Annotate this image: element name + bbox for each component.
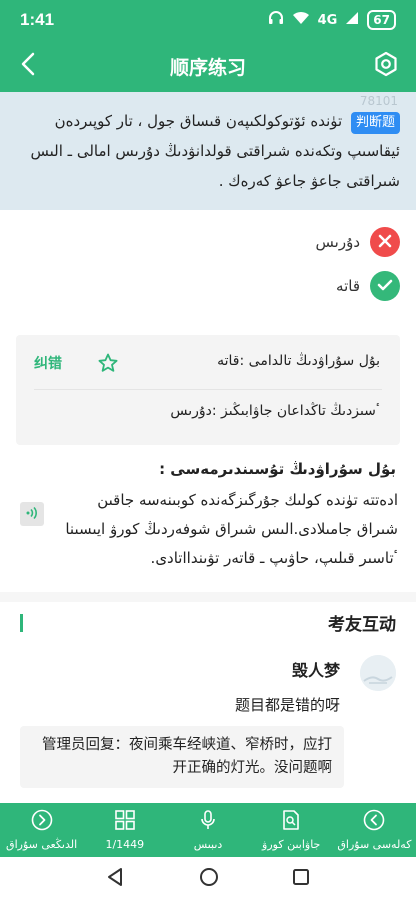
status-bar: 1:41 4G 67 [0,0,416,40]
option-wrong[interactable]: دۇرىس [100,224,400,260]
question-text: تۈندە ئۆتوكولكىپەن قىساق جول ، تار كوپىر… [30,112,401,190]
option-correct-indicator [370,271,400,301]
tab-label: كەلەسى سۇراق [337,838,412,851]
tab-show-answer[interactable]: جاۋابىن كورۋ [250,803,333,857]
wifi-icon [292,11,310,29]
answer-box: 纠错 بۇل سۇراۋدىڭ تالدامى :قاتە ٴسىزدىڭ تا… [16,335,400,445]
report-error-button[interactable]: 纠错 [34,353,62,373]
option-correct[interactable]: قاتە [100,268,400,304]
app-bar: 顺序练习 [0,40,416,92]
tab-next-question[interactable]: الدىڭعى سۇراق [0,803,83,857]
chevron-left-circle-icon [363,809,385,835]
tab-previous-question[interactable]: كەلەسى سۇراق [333,803,416,857]
section-divider [0,592,416,602]
star-icon [98,353,118,377]
back-triangle-icon[interactable] [106,867,126,891]
headphones-icon [268,10,284,30]
tab-label: جاۋابىن كورۋ [262,838,321,851]
tab-label: دىبىس [193,838,223,851]
gear-icon [373,51,399,81]
document-search-icon [280,809,302,835]
section-accent-bar [20,614,23,632]
tab-label: الدىڭعى سۇراق [6,838,78,851]
avatar[interactable] [360,655,396,691]
option-wrong-indicator [370,227,400,257]
correct-answer: ٴسىزدىڭ تاڭداعان جاۋابىڭىز :دۇرىس [170,403,380,419]
page-title: 顺序练习 [169,57,246,79]
favorite-button[interactable] [98,353,118,377]
tab-question-list[interactable]: 1/1449 [83,803,166,857]
explanation-title: بۇل سۇراۋدىڭ تۇسىندىرمەسى : [159,460,396,478]
audio-play-button[interactable] [20,502,44,526]
your-answer: بۇل سۇراۋدىڭ تالدامى :قاتە [217,353,380,369]
tab-voice[interactable]: دىبىس [166,803,249,857]
grid-icon [114,809,136,835]
sound-wave-icon [25,505,39,524]
status-icons: 4G 67 [268,10,396,30]
signal-icon [345,11,359,29]
tab-label: 1/1449 [105,838,145,851]
question-text-block: 判断题 تۈندە ئۆتوكولكىپەن قىساق جول ، تار ك… [18,106,400,196]
explanation-text: ادەتتە تۈندە كولىك جۇرگىزگەندە كوبىنەسە … [65,491,398,567]
bottom-tab-bar: الدىڭعى سۇراق 1/1449 دىبىس جاۋابىن كورۋ … [0,803,416,857]
check-icon [377,277,393,296]
admin-reply: 管理员回复：夜间乘车经峡道、窄桥时，应打开正确的灯光。没问题啊 [20,726,344,788]
option-label: دۇرىس [315,233,360,251]
chevron-right-circle-icon [31,809,53,835]
question-type-badge: 判断题 [350,112,400,134]
answer-divider [34,389,382,390]
microphone-icon [197,809,219,835]
home-circle-icon[interactable] [199,867,219,891]
comment-username: 毁人梦 [291,661,340,680]
system-nav-bar [0,857,416,900]
interaction-title: 考友互动 [328,615,396,635]
x-icon [378,233,392,252]
comment-text: 题目都是错的呀 [234,696,340,714]
question-area: 78101 判断题 تۈندە ئۆتوكولكىپەن قىساق جول ،… [0,92,416,210]
network-label: 4G [317,12,338,28]
battery-indicator: 67 [367,10,396,30]
recents-square-icon[interactable] [292,868,310,890]
option-label: قاتە [336,277,360,295]
status-time: 1:41 [20,10,55,29]
settings-button[interactable] [368,48,404,84]
